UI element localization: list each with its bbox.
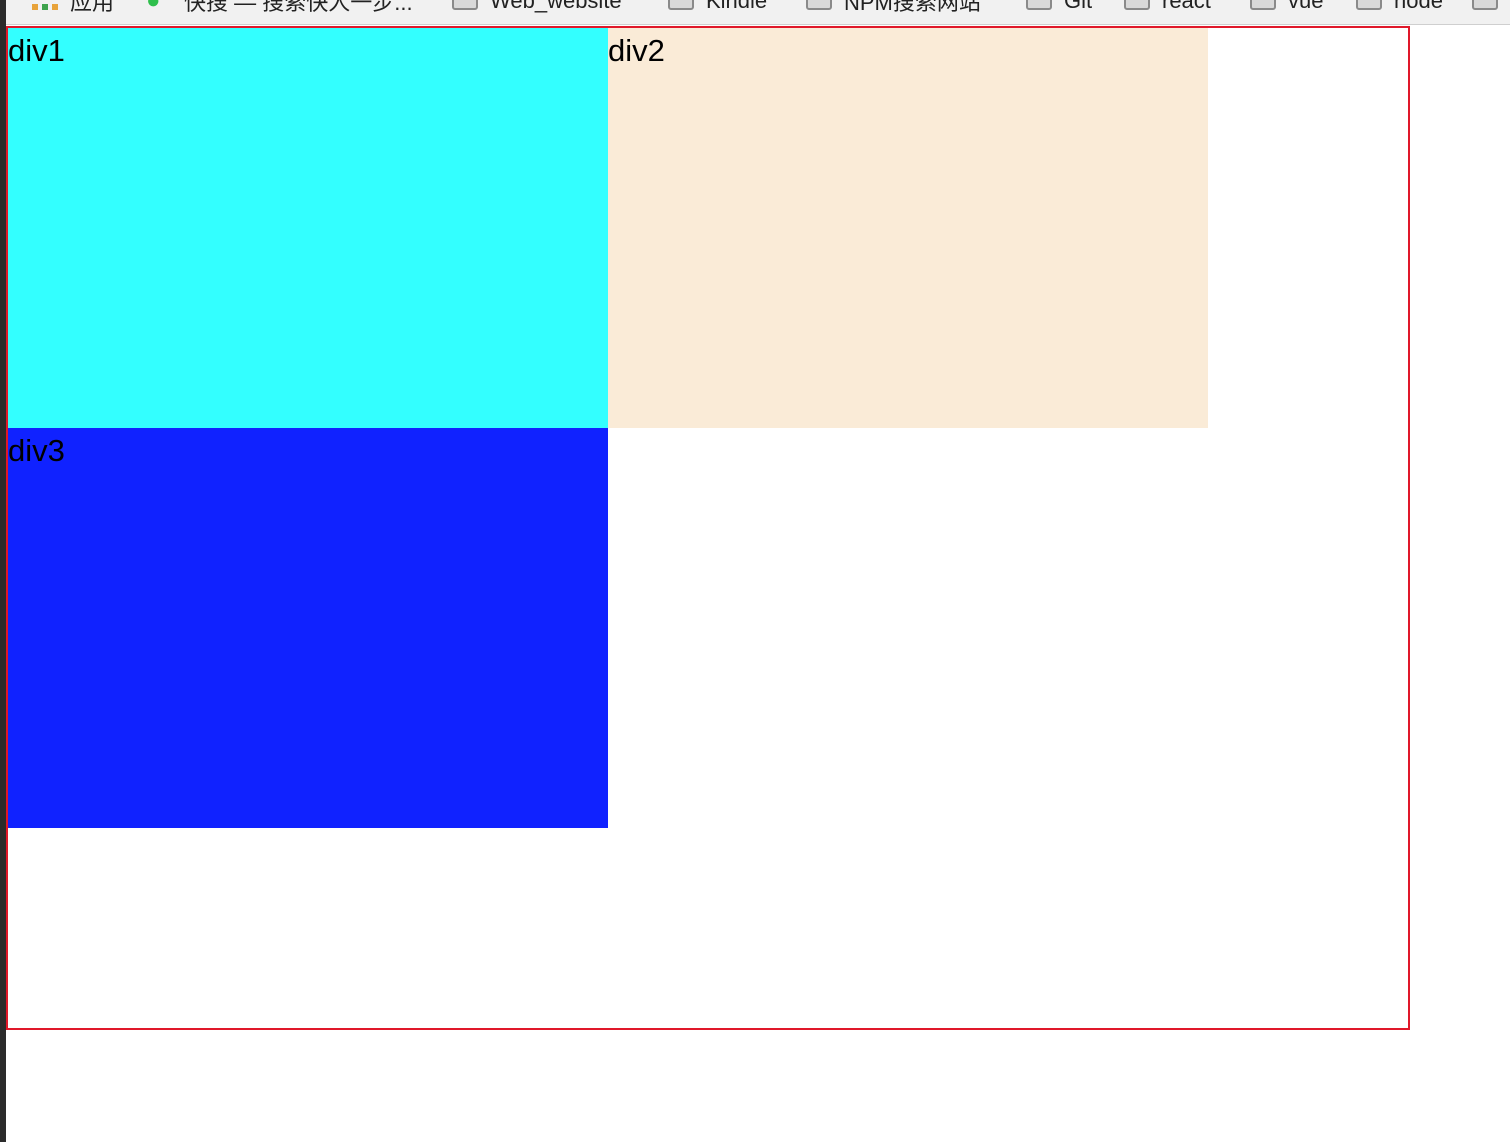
bookmark-apps[interactable]: 应用 [32, 0, 114, 15]
bookmark-qihoo-search[interactable]: ● 快搜 — 搜索快人一步... [146, 0, 413, 15]
div1-box: div1 [8, 28, 608, 428]
outer-container: div1 div2 div3 [6, 26, 1410, 1030]
bookmark-label: Kindle [706, 0, 768, 13]
folder-icon [806, 0, 832, 10]
folder-icon [1124, 0, 1150, 10]
div3-label: div3 [8, 433, 65, 468]
folder-icon [1026, 0, 1052, 10]
div2-box: div2 [608, 28, 1208, 428]
folder-icon [1472, 0, 1498, 10]
bookmark-git[interactable]: Git [1026, 0, 1092, 13]
folder-icon [668, 0, 694, 10]
bookmark-overflow[interactable] [1472, 0, 1510, 13]
bookmark-web-website[interactable]: Web_website [452, 0, 622, 13]
bookmark-vue[interactable]: vue [1250, 0, 1323, 13]
bookmark-react[interactable]: react [1124, 0, 1211, 13]
folder-icon [452, 0, 478, 10]
bookmark-label: node [1394, 0, 1443, 13]
div2-label: div2 [608, 33, 665, 68]
apps-grid-icon [32, 0, 58, 10]
bookmark-npm-search[interactable]: NPM搜索网站 [806, 0, 981, 15]
folder-icon [1356, 0, 1382, 10]
folder-icon [1250, 0, 1276, 10]
bookmark-label: react [1162, 0, 1211, 13]
div1-label: div1 [8, 33, 65, 68]
qihoo-search-icon: ● [146, 0, 161, 14]
bookmark-label: vue [1288, 0, 1324, 13]
bookmark-label: Web_website [490, 0, 622, 13]
bookmark-label: 快搜 — 搜索快人一步... [184, 0, 413, 15]
bookmarks-bar: 应用 ● 快搜 — 搜索快人一步... Web_website Kindle N… [6, 0, 1510, 25]
bookmark-label: Git [1064, 0, 1093, 13]
bookmark-node[interactable]: node [1356, 0, 1443, 13]
div3-box: div3 [8, 428, 608, 828]
bookmark-label: NPM搜索网站 [844, 0, 981, 15]
bookmark-label: 应用 [70, 0, 115, 15]
bookmark-kindle[interactable]: Kindle [668, 0, 767, 13]
